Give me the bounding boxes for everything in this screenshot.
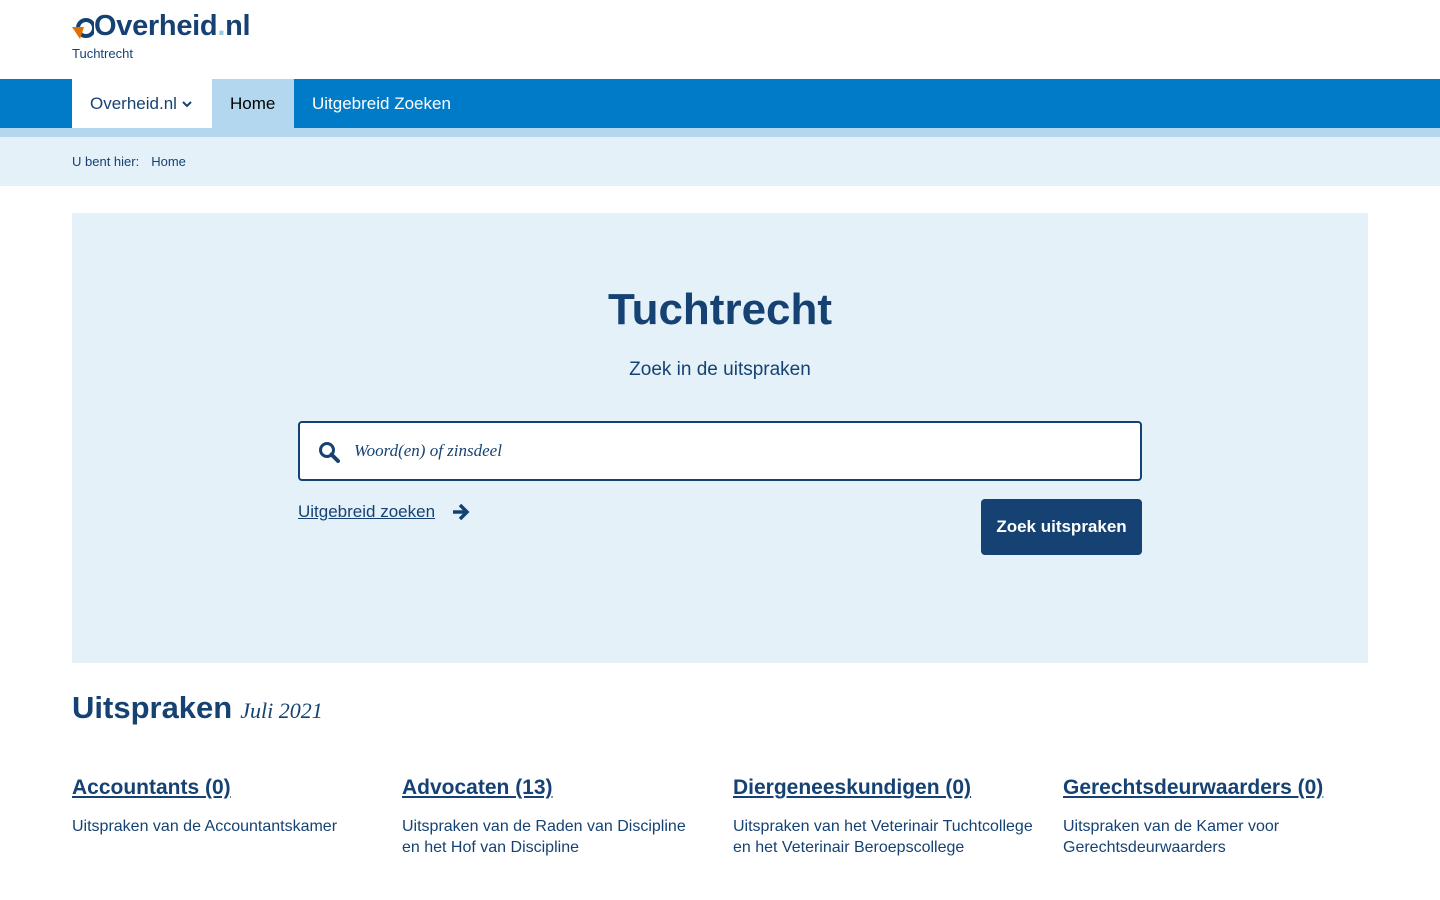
page-subtitle: Zoek in de uitspraken <box>629 359 811 380</box>
breadcrumb-home[interactable]: Home <box>151 154 186 169</box>
category-link[interactable]: Diergeneeskundigen (0) <box>733 776 1038 800</box>
search-box <box>298 421 1142 481</box>
overheid-logo-icon <box>72 17 94 39</box>
logo-dot: . <box>217 10 226 42</box>
advanced-search-link[interactable]: Uitgebreid zoeken <box>298 502 471 522</box>
site-subtitle: Tuchtrecht <box>72 46 133 61</box>
site-logo[interactable]: Overheid.nl <box>72 10 251 43</box>
category-description: Uitspraken van de Raden van Discipline e… <box>402 818 686 856</box>
search-button[interactable]: Zoek uitspraken <box>981 499 1142 555</box>
uitspraken-period: Juli 2021 <box>240 698 323 723</box>
main-nav: Overheid.nl Home Uitgebreid Zoeken <box>0 79 1440 128</box>
search-icon <box>319 442 340 463</box>
site-header: Overheid.nl Tuchtrecht <box>0 0 1440 79</box>
uitspraken-heading: Uitspraken Juli 2021 <box>72 690 323 726</box>
category-link[interactable]: Advocaten (13) <box>402 776 707 800</box>
category-description: Uitspraken van de Kamer voor Gerechtsdeu… <box>1063 818 1280 856</box>
category-gerechtsdeurwaarders: Gerechtsdeurwaarders (0) Uitspraken van … <box>1063 776 1368 858</box>
uitspraken-title: Uitspraken <box>72 690 233 725</box>
nav-overheid-label: Overheid.nl <box>90 93 177 113</box>
page-title: Tuchtrecht <box>607 285 833 334</box>
category-accountants: Accountants (0) Uitspraken van de Accoun… <box>72 776 377 837</box>
advanced-search-label: Uitgebreid zoeken <box>298 502 436 521</box>
nav-divider-strip <box>0 128 1440 137</box>
logo-tld: nl <box>225 10 251 42</box>
nav-uitgebreid-zoeken[interactable]: Uitgebreid Zoeken <box>294 79 469 128</box>
nav-home[interactable]: Home <box>212 79 294 128</box>
logo-main: Overheid <box>94 10 218 42</box>
breadcrumb-label: U bent hier: <box>72 154 140 169</box>
category-link[interactable]: Accountants (0) <box>72 776 377 800</box>
category-advocaten: Advocaten (13) Uitspraken van de Raden v… <box>402 776 707 858</box>
category-diergeneeskundigen: Diergeneeskundigen (0) Uitspraken van he… <box>733 776 1038 858</box>
arrow-right-icon <box>453 503 470 521</box>
category-description: Uitspraken van de Accountantskamer <box>72 818 338 835</box>
nav-overheid-dropdown[interactable]: Overheid.nl <box>72 79 212 128</box>
search-hero: Tuchtrecht Zoek in de uitspraken Uitgebr… <box>72 213 1368 663</box>
breadcrumb: U bent hier: Home <box>72 154 186 169</box>
logo-text: Overheid.nl <box>94 10 251 43</box>
category-link[interactable]: Gerechtsdeurwaarders (0) <box>1063 776 1368 800</box>
breadcrumb-bar: U bent hier: Home <box>0 137 1440 186</box>
search-input[interactable] <box>354 423 1124 479</box>
chevron-down-icon <box>182 100 192 107</box>
category-description: Uitspraken van het Veterinair Tuchtcolle… <box>733 818 1033 856</box>
